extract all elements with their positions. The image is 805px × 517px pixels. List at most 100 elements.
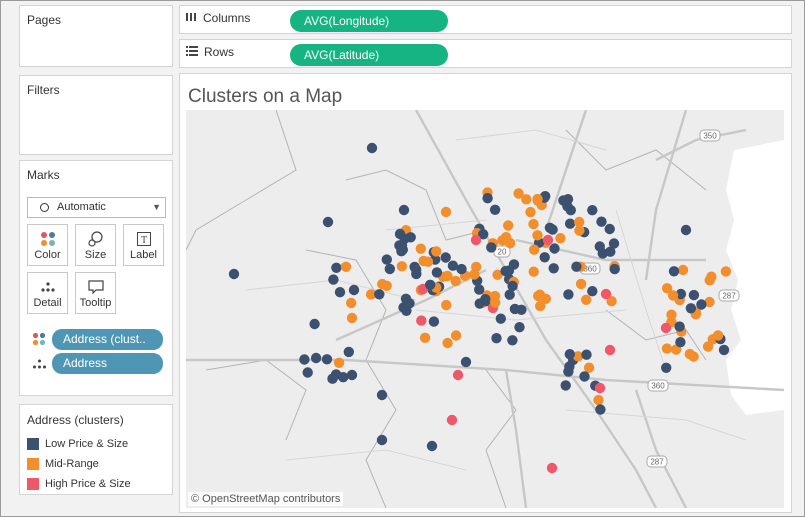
- cluster-mark[interactable]: [544, 222, 556, 233]
- cluster-mark[interactable]: [593, 394, 604, 406]
- cluster-mark[interactable]: [539, 252, 550, 263]
- cluster-mark[interactable]: [555, 233, 566, 244]
- cluster-mark[interactable]: [469, 269, 480, 280]
- cluster-mark[interactable]: [565, 205, 576, 216]
- cluster-mark[interactable]: [720, 266, 732, 277]
- cluster-mark[interactable]: [447, 260, 459, 271]
- cluster-mark[interactable]: [381, 254, 392, 265]
- cluster-mark[interactable]: [322, 216, 334, 228]
- cluster-mark[interactable]: [571, 261, 582, 272]
- cluster-mark[interactable]: [516, 304, 527, 315]
- cluster-mark[interactable]: [384, 263, 395, 275]
- cluster-mark[interactable]: [702, 341, 714, 352]
- cluster-mark[interactable]: [549, 243, 560, 254]
- size-button[interactable]: Size: [75, 224, 116, 266]
- cluster-mark[interactable]: [706, 271, 717, 282]
- cluster-mark[interactable]: [425, 279, 436, 290]
- cluster-mark[interactable]: [374, 289, 385, 300]
- cluster-mark[interactable]: [346, 297, 357, 309]
- cluster-mark[interactable]: [398, 302, 409, 313]
- cluster-mark[interactable]: [418, 255, 429, 267]
- cluster-mark[interactable]: [489, 204, 501, 215]
- cluster-mark[interactable]: [685, 303, 697, 314]
- cluster-mark[interactable]: [419, 332, 431, 343]
- cluster-mark[interactable]: [431, 267, 443, 278]
- cluster-mark[interactable]: [674, 321, 685, 332]
- detail-button[interactable]: Detail: [27, 272, 68, 314]
- cluster-mark[interactable]: [574, 225, 585, 236]
- cluster-mark[interactable]: [491, 333, 502, 344]
- columns-shelf[interactable]: Columns AVG(Longitude): [179, 5, 792, 34]
- cluster-mark[interactable]: [460, 356, 472, 368]
- cluster-mark[interactable]: [409, 261, 420, 273]
- color-button[interactable]: Color: [27, 224, 68, 266]
- cluster-mark[interactable]: [346, 369, 358, 381]
- cluster-mark[interactable]: [684, 348, 695, 360]
- cluster-mark[interactable]: [532, 230, 543, 241]
- cluster-mark[interactable]: [321, 354, 333, 365]
- cluster-mark[interactable]: [542, 234, 554, 246]
- pages-card[interactable]: Pages: [19, 5, 173, 67]
- legend-item-low-price[interactable]: Low Price & Size: [27, 436, 128, 452]
- cluster-mark[interactable]: [661, 362, 672, 373]
- cluster-mark[interactable]: [470, 234, 482, 246]
- cluster-mark[interactable]: [546, 462, 558, 474]
- cluster-mark[interactable]: [605, 246, 616, 257]
- cluster-mark[interactable]: [426, 440, 438, 452]
- cluster-mark[interactable]: [495, 313, 506, 324]
- cluster-mark[interactable]: [396, 261, 408, 272]
- cluster-mark[interactable]: [667, 290, 679, 301]
- cluster-mark[interactable]: [376, 434, 388, 446]
- cluster-mark[interactable]: [558, 195, 569, 206]
- map-view[interactable]: 350 287 360 287 20 360 © OpenStreetMap c…: [186, 110, 784, 508]
- cluster-mark[interactable]: [452, 369, 464, 381]
- cluster-mark[interactable]: [327, 373, 338, 384]
- cluster-mark[interactable]: [560, 380, 571, 391]
- cluster-mark[interactable]: [564, 218, 576, 229]
- cluster-mark[interactable]: [533, 290, 544, 302]
- cluster-mark[interactable]: [712, 330, 724, 341]
- rows-shelf[interactable]: Rows AVG(Latitude): [179, 39, 792, 68]
- cluster-mark[interactable]: [302, 367, 313, 378]
- address-field-pill[interactable]: Address: [52, 353, 163, 374]
- cluster-mark[interactable]: [442, 337, 453, 349]
- cluster-mark[interactable]: [660, 322, 672, 334]
- cluster-mark[interactable]: [440, 206, 452, 218]
- cluster-mark[interactable]: [500, 265, 511, 277]
- cluster-mark[interactable]: [525, 206, 536, 218]
- cluster-mark[interactable]: [474, 284, 485, 295]
- cluster-mark[interactable]: [376, 389, 388, 401]
- cluster-mark[interactable]: [394, 228, 406, 240]
- cluster-mark[interactable]: [661, 343, 673, 354]
- cluster-mark[interactable]: [328, 274, 339, 285]
- cluster-mark[interactable]: [581, 294, 592, 305]
- cluster-mark[interactable]: [587, 205, 598, 216]
- cluster-mark[interactable]: [563, 289, 574, 300]
- cluster-mark[interactable]: [675, 337, 686, 348]
- cluster-mark[interactable]: [535, 300, 546, 312]
- cluster-mark[interactable]: [604, 344, 616, 356]
- cluster-mark[interactable]: [528, 218, 539, 230]
- cluster-mark[interactable]: [428, 316, 440, 327]
- cluster-mark[interactable]: [532, 193, 543, 205]
- cluster-mark[interactable]: [579, 371, 590, 382]
- cluster-mark[interactable]: [529, 244, 540, 255]
- cluster-mark[interactable]: [340, 261, 352, 272]
- cluster-mark[interactable]: [228, 268, 240, 280]
- rows-pill-avg-latitude[interactable]: AVG(Latitude): [290, 44, 448, 66]
- cluster-mark[interactable]: [334, 287, 346, 298]
- cluster-mark[interactable]: [366, 142, 378, 154]
- cluster-mark[interactable]: [596, 216, 607, 227]
- cluster-mark[interactable]: [500, 232, 512, 243]
- cluster-mark[interactable]: [310, 352, 322, 364]
- cluster-mark[interactable]: [696, 299, 707, 310]
- address-clusters-field-pill[interactable]: Address (clust..: [52, 329, 163, 350]
- cluster-mark[interactable]: [677, 264, 689, 276]
- cluster-mark[interactable]: [309, 318, 320, 330]
- cluster-mark[interactable]: [482, 193, 493, 204]
- cluster-mark[interactable]: [431, 246, 442, 257]
- cluster-mark[interactable]: [564, 361, 575, 372]
- cluster-mark[interactable]: [680, 224, 692, 236]
- legend-item-mid-range[interactable]: Mid-Range: [27, 456, 99, 472]
- filters-card[interactable]: Filters: [19, 75, 173, 155]
